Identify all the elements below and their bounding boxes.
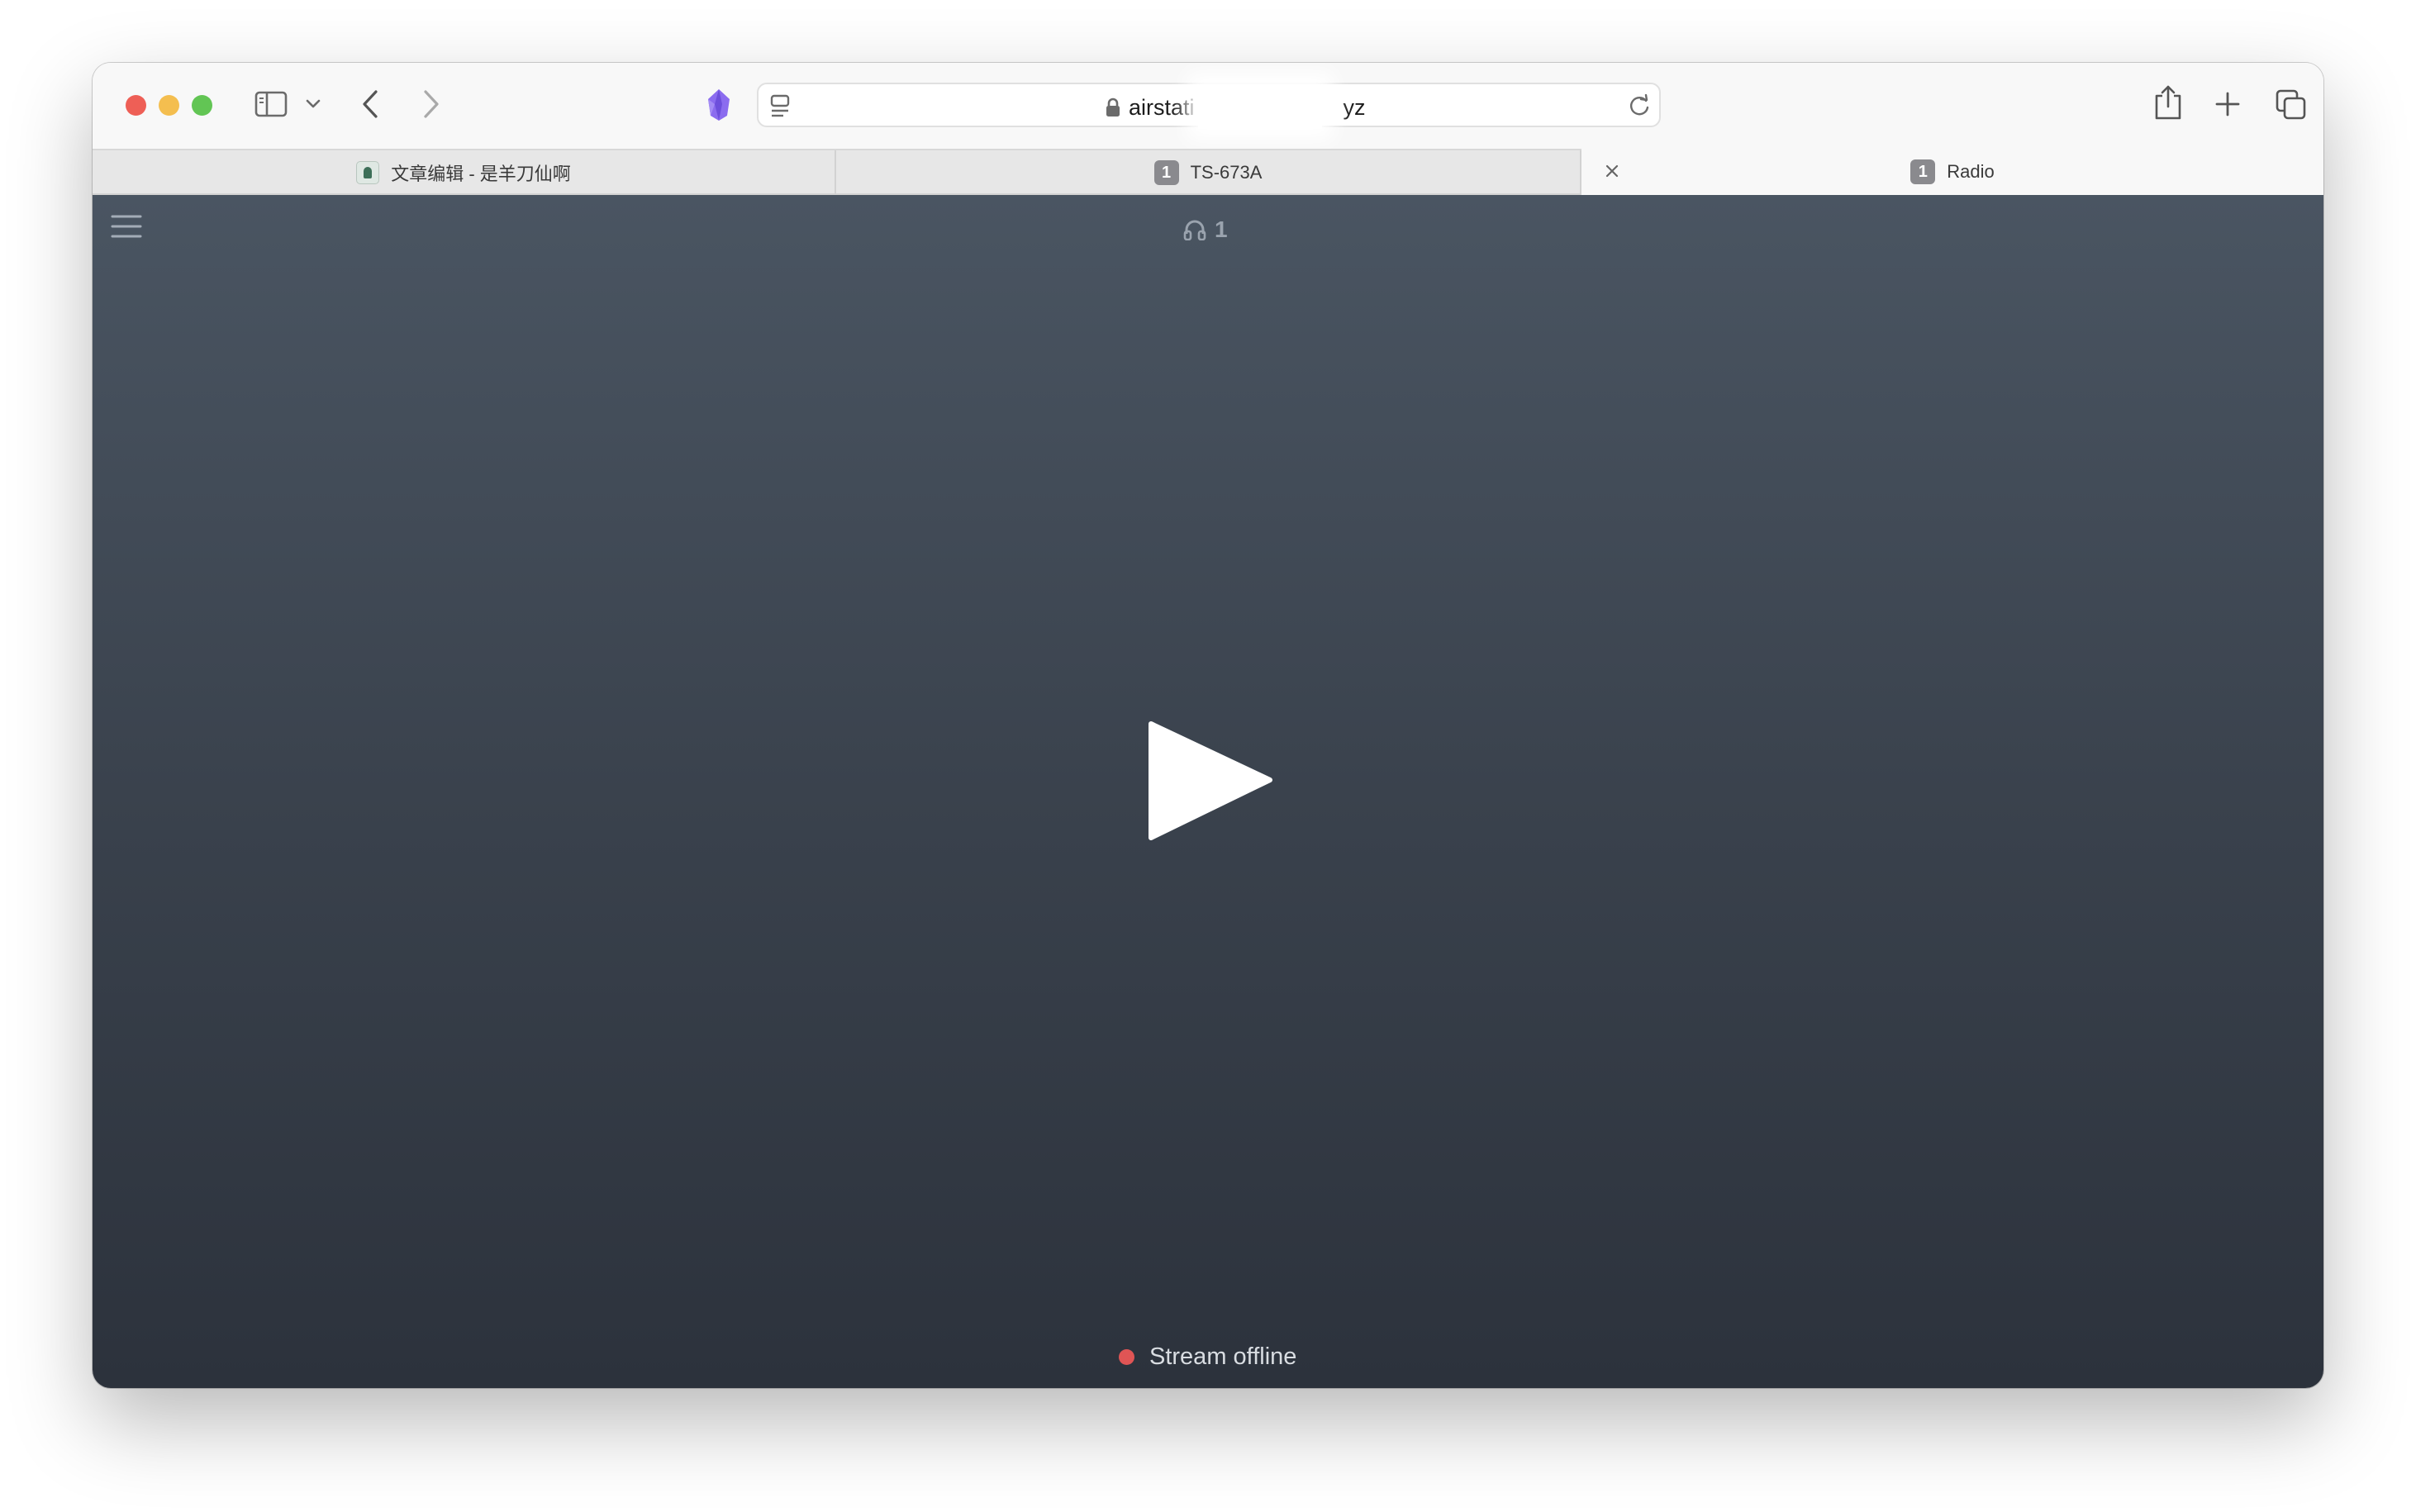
forward-icon[interactable] <box>421 89 441 119</box>
tab-ts-673a[interactable]: 1 TS-673A <box>836 150 1581 195</box>
hamburger-menu-icon[interactable] <box>111 213 142 240</box>
listener-count: 1 <box>1183 213 1228 246</box>
tab-badge: 1 <box>1153 160 1179 185</box>
close-window-button[interactable] <box>126 95 146 116</box>
close-tab-icon[interactable] <box>1601 160 1623 182</box>
new-tab-icon[interactable] <box>2214 91 2241 117</box>
chevron-down-icon[interactable] <box>306 99 321 109</box>
sidebar-toggle-icon[interactable] <box>254 91 288 117</box>
tab-radio[interactable]: 1 Radio <box>1581 149 2323 195</box>
tab-label: TS-673A <box>1190 162 1263 183</box>
browser-toolbar: airstati yz <box>93 63 2323 149</box>
tab-label: Radio <box>1947 161 1995 182</box>
back-icon[interactable] <box>360 89 380 119</box>
extension-gem-icon[interactable] <box>704 88 734 122</box>
radio-player: 1 Stream offline <box>93 195 2323 1388</box>
site-favicon-icon <box>356 161 380 184</box>
tab-bar: 文章编辑 - 是羊刀仙啊 1 TS-673A 1 Radio <box>93 149 2323 195</box>
tab-overview-icon[interactable] <box>2276 89 2307 121</box>
minimize-window-button[interactable] <box>159 95 179 116</box>
tab-label: 文章编辑 - 是羊刀仙啊 <box>391 164 571 184</box>
page-menu-icon[interactable] <box>770 94 792 117</box>
browser-window: airstati yz 文章编辑 - 是羊刀仙啊 1 TS-673A 1 Rad… <box>93 63 2323 1388</box>
tab-badge: 1 <box>1910 159 1936 184</box>
lock-icon <box>1106 97 1120 116</box>
listener-count-value: 1 <box>1215 216 1228 242</box>
status-dot <box>1119 1348 1134 1365</box>
reload-icon[interactable] <box>1628 94 1651 117</box>
stream-status: Stream offline <box>1119 1340 1296 1373</box>
address-bar[interactable]: airstati yz <box>757 83 1661 129</box>
share-icon[interactable] <box>2153 84 2183 121</box>
redaction-blur <box>1198 84 1322 129</box>
tab-article-edit[interactable]: 文章编辑 - 是羊刀仙啊 <box>93 150 836 195</box>
headphones-icon <box>1183 220 1206 240</box>
url-prefix: airstati <box>1129 95 1195 120</box>
status-text: Stream offline <box>1149 1343 1297 1370</box>
play-icon[interactable] <box>1146 719 1278 843</box>
url-suffix: yz <box>1343 95 1366 120</box>
zoom-window-button[interactable] <box>192 95 212 116</box>
